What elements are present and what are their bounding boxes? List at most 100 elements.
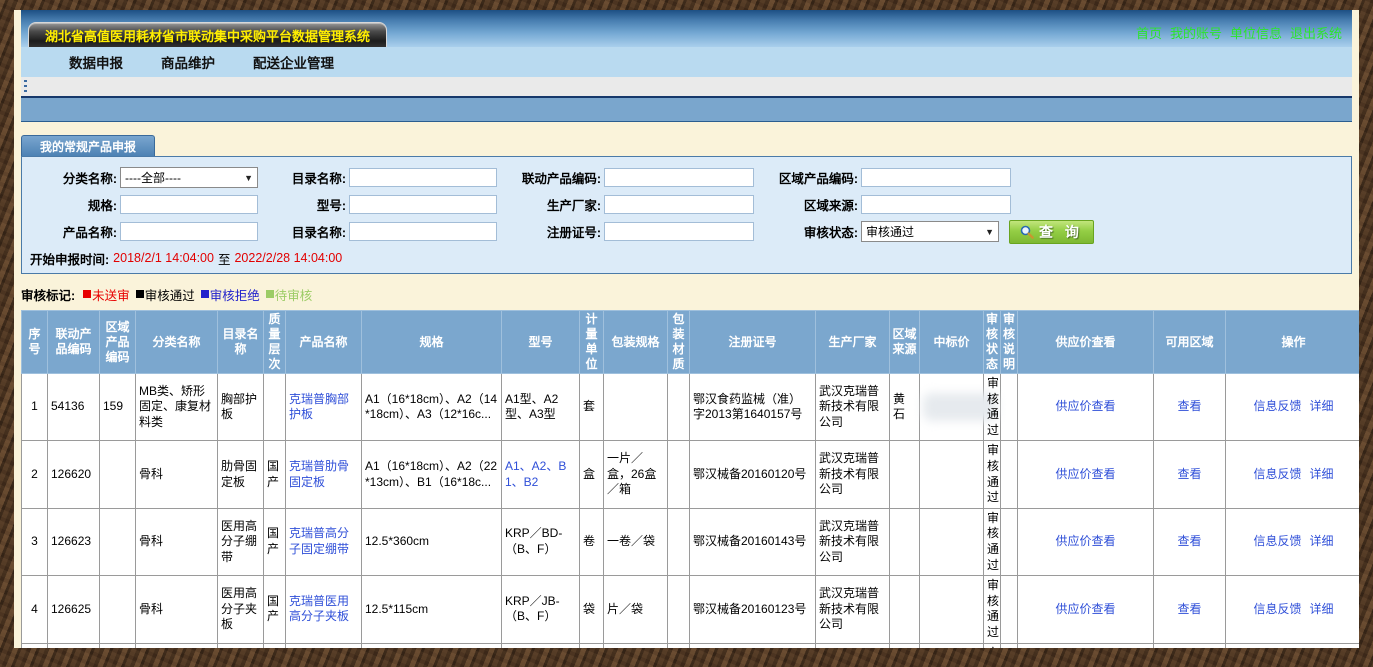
chevron-down-icon: ▼ — [244, 173, 253, 183]
cell-spec: A1（16*18cm）、A2（14*18cm）、A3（12*16c... — [362, 374, 502, 441]
top-link-退出系统[interactable]: 退出系统 — [1290, 23, 1342, 42]
menu-item-商品维护[interactable]: 商品维护 — [161, 52, 215, 72]
cell-category: 骨科 — [136, 576, 218, 643]
field-label: 产品名称: — [22, 222, 117, 241]
cell-spec: 12.5*115cm — [362, 576, 502, 643]
top-link-单位信息[interactable]: 单位信息 — [1230, 23, 1282, 42]
col-header-序号: 序号 — [22, 311, 48, 374]
input-联动产品编码[interactable] — [604, 168, 754, 187]
feedback-link[interactable]: 信息反馈 — [1253, 602, 1301, 616]
cell-model: A1、A2、B1、B2 — [502, 441, 580, 508]
cell-region_src — [890, 508, 920, 575]
cell-manufacturer: 武汉克瑞普新技术有限公司 — [816, 643, 890, 648]
col-header-包装规格: 包装规格 — [604, 311, 668, 374]
feedback-link[interactable]: 信息反馈 — [1253, 467, 1301, 481]
cell-unit: 套 — [580, 374, 604, 441]
input-型号[interactable] — [349, 195, 497, 214]
region_view-link[interactable]: 查看 — [1177, 467, 1201, 481]
product-link[interactable]: 克瑞普肋骨固定板 — [289, 459, 349, 489]
input-产品名称[interactable] — [120, 222, 258, 241]
legend-item: 未送审 — [83, 285, 130, 304]
product-link[interactable]: 克瑞普高分子固定绷带 — [289, 526, 349, 556]
cell-avail: 查看 — [1154, 576, 1226, 643]
drag-handle-icon[interactable] — [24, 80, 27, 95]
cell-quality — [264, 374, 286, 441]
supply_price-link[interactable]: 供应价查看 — [1055, 467, 1115, 481]
cell-spec: 12.5*360cm — [362, 508, 502, 575]
cell-link_code: 126620 — [48, 441, 100, 508]
cell-cert: 鄂汉械备20160121号 — [690, 643, 816, 648]
input-目录名称[interactable] — [349, 222, 497, 241]
table-row: 5医用卫生材料弹力绷带克瑞普弹力绷带网状绷带、片状绷带、胸A类、B类、C鄂汉械备… — [22, 643, 1360, 648]
search-form: 分类名称:----全部----▼目录名称:联动产品编码:区域产品编码:规格:型号… — [21, 156, 1352, 274]
detail-link[interactable]: 详细 — [1310, 534, 1334, 548]
cell-manufacturer: 武汉克瑞普新技术有限公司 — [816, 576, 890, 643]
cell-region_code: 159 — [100, 374, 136, 441]
panel-tab[interactable]: 我的常规产品申报 — [21, 135, 155, 156]
region_view-link[interactable]: 查看 — [1177, 602, 1201, 616]
cell-pack_material — [668, 441, 690, 508]
cell-quality: 国产 — [264, 441, 286, 508]
input-注册证号[interactable] — [604, 222, 754, 241]
cell-bid_price — [920, 643, 984, 648]
cell-region_src — [890, 643, 920, 648]
select-审核状态[interactable]: 审核通过▼ — [861, 221, 999, 242]
product-link[interactable]: 克瑞普医用高分子夹板 — [289, 594, 349, 624]
cell-manufacturer: 武汉克瑞普新技术有限公司 — [816, 374, 890, 441]
cell-category: MB类、矫形固定、康复材料类 — [136, 374, 218, 441]
cell-supply: 供应价查看 — [1018, 643, 1154, 648]
input-区域产品编码[interactable] — [861, 168, 1011, 187]
cell-unit — [580, 643, 604, 648]
col-header-审核说明: 审核说明 — [1001, 311, 1018, 374]
legend-text: 审核拒绝 — [210, 285, 260, 304]
cell-unit: 盒 — [580, 441, 604, 508]
select-value: ----全部---- — [125, 169, 181, 186]
col-header-目录名称: 目录名称 — [218, 311, 264, 374]
input-目录名称[interactable] — [349, 168, 497, 187]
input-规格[interactable] — [120, 195, 258, 214]
select-value: 审核通过 — [866, 223, 914, 240]
col-header-计量单位: 计量单位 — [580, 311, 604, 374]
app-title: 湖北省高值医用耗材省市联动集中采购平台数据管理系统 — [45, 26, 370, 45]
cell-pack_spec — [604, 643, 668, 648]
product-link[interactable]: 克瑞普胸部护板 — [289, 392, 349, 422]
detail-link[interactable]: 详细 — [1310, 467, 1334, 481]
legend-square-icon — [266, 290, 274, 298]
cell-bid_price — [920, 508, 984, 575]
cell-spec: A1（16*18cm）、A2（22*13cm）、B1（16*18c... — [362, 441, 502, 508]
menu-item-配送企业管理[interactable]: 配送企业管理 — [253, 52, 334, 72]
input-生产厂家[interactable] — [604, 195, 754, 214]
cell-pack_material — [668, 643, 690, 648]
cell-quality: 国产 — [264, 576, 286, 643]
cell-quality — [264, 643, 286, 648]
cell-link_code: 54136 — [48, 374, 100, 441]
declare-time-start: 2018/2/1 14:04:00 — [113, 251, 214, 265]
cell-product: 克瑞普医用高分子夹板 — [286, 576, 362, 643]
cell-region_src: 黄石 — [890, 374, 920, 441]
search-button[interactable]: 查 询 — [1009, 220, 1094, 244]
detail-link[interactable]: 详细 — [1310, 602, 1334, 616]
top-link-首页[interactable]: 首页 — [1136, 23, 1162, 42]
detail-link[interactable]: 详细 — [1310, 399, 1334, 413]
field-label: 分类名称: — [22, 168, 117, 187]
legend-text: 审核通过 — [145, 285, 195, 304]
supply_price-link[interactable]: 供应价查看 — [1055, 602, 1115, 616]
feedback-link[interactable]: 信息反馈 — [1253, 534, 1301, 548]
supply_price-link[interactable]: 供应价查看 — [1055, 534, 1115, 548]
legend-text: 待审核 — [275, 285, 313, 304]
feedback-link[interactable]: 信息反馈 — [1253, 399, 1301, 413]
col-header-区域来源: 区域来源 — [890, 311, 920, 374]
cell-ops: 信息反馈详细 — [1226, 374, 1360, 441]
cell-bid_price — [920, 576, 984, 643]
cell-seq: 2 — [22, 441, 48, 508]
cell-seq: 4 — [22, 576, 48, 643]
menu-item-数据申报[interactable]: 数据申报 — [69, 52, 123, 72]
cell-avail: 查看 — [1154, 508, 1226, 575]
cell-region_code — [100, 441, 136, 508]
top-link-我的账号[interactable]: 我的账号 — [1170, 23, 1222, 42]
region_view-link[interactable]: 查看 — [1177, 534, 1201, 548]
region_view-link[interactable]: 查看 — [1177, 399, 1201, 413]
select-分类名称[interactable]: ----全部---- ▼ — [120, 167, 258, 188]
supply_price-link[interactable]: 供应价查看 — [1055, 399, 1115, 413]
input-区域来源[interactable] — [861, 195, 1011, 214]
